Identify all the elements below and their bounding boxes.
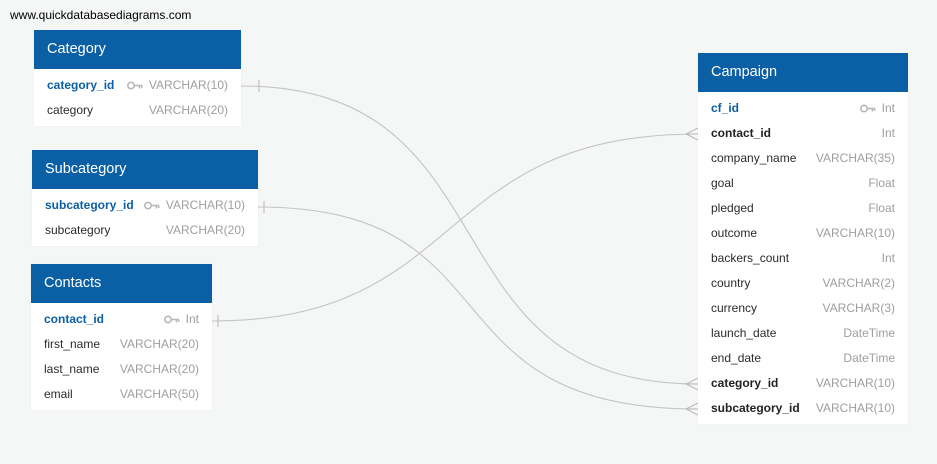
field-name: category_id — [47, 78, 115, 92]
field-row-first-name[interactable]: first_name VARCHAR(20) — [31, 332, 212, 357]
field-row-currency[interactable]: currency VARCHAR(3) — [698, 296, 908, 321]
field-type: Int — [881, 126, 895, 140]
field-row-goal[interactable]: goal Float — [698, 171, 908, 196]
table-contacts[interactable]: Contacts contact_id Int first_name VARCHAR(… — [31, 264, 212, 410]
relationship-contacts-campaign — [211, 127, 699, 327]
field-name: subcategory — [45, 223, 111, 237]
field-name: launch_date — [711, 326, 777, 340]
field-type: VARCHAR(50) — [119, 387, 199, 401]
field-name: country — [711, 276, 751, 290]
field-row-country[interactable]: country VARCHAR(2) — [698, 271, 908, 296]
field-row-last-name[interactable]: last_name VARCHAR(20) — [31, 357, 212, 382]
field-name: outcome — [711, 226, 758, 240]
field-type: VARCHAR(10) — [815, 401, 895, 415]
field-name: email — [44, 387, 73, 401]
field-row-backers-count[interactable]: backers_count Int — [698, 246, 908, 271]
table-category[interactable]: Category category_id VARCHAR(10) category V… — [34, 30, 241, 126]
field-name: cf_id — [711, 101, 740, 115]
field-type: DateTime — [843, 326, 895, 340]
field-name: contact_id — [44, 312, 105, 326]
field-row-launch-date[interactable]: launch_date DateTime — [698, 321, 908, 346]
table-title: Contacts — [31, 264, 212, 303]
field-list: cf_id Int contact_id Int company_name VARCHAR… — [698, 92, 908, 424]
relationship-category-campaign — [240, 80, 699, 391]
field-type: VARCHAR(20) — [119, 337, 199, 351]
field-name: pledged — [711, 201, 754, 215]
table-title: Subcategory — [32, 150, 258, 189]
field-name: currency — [711, 301, 758, 315]
field-type: DateTime — [843, 351, 895, 365]
field-name: company_name — [711, 151, 797, 165]
table-campaign[interactable]: Campaign cf_id Int contact_id Int company_na… — [698, 53, 908, 424]
table-title: Category — [34, 30, 241, 69]
field-row-subcategory-id[interactable]: subcategory_id VARCHAR(10) — [698, 396, 908, 421]
key-icon — [143, 193, 166, 218]
field-type: Float — [868, 201, 895, 215]
field-row-category-id[interactable]: category_id VARCHAR(10) — [698, 371, 908, 396]
field-row-subcategory[interactable]: subcategory VARCHAR(20) — [32, 218, 258, 243]
field-row-pledged[interactable]: pledged Float — [698, 196, 908, 221]
field-name: goal — [711, 176, 734, 190]
field-type: VARCHAR(35) — [815, 151, 895, 165]
field-type: Int — [881, 101, 895, 115]
field-row-category-id[interactable]: category_id VARCHAR(10) — [34, 73, 241, 98]
field-row-contact-id[interactable]: contact_id Int — [31, 307, 212, 332]
key-icon — [126, 73, 149, 98]
field-row-subcategory-id[interactable]: subcategory_id VARCHAR(10) — [32, 193, 258, 218]
field-type: VARCHAR(10) — [165, 198, 245, 212]
field-name: last_name — [44, 362, 100, 376]
field-row-email[interactable]: email VARCHAR(50) — [31, 382, 212, 407]
relationship-subcategory-campaign — [257, 201, 699, 416]
field-list: contact_id Int first_name VARCHAR(20) last_n… — [31, 303, 212, 410]
field-name: backers_count — [711, 251, 790, 265]
field-name: first_name — [44, 337, 101, 351]
field-name: category — [47, 103, 94, 117]
field-row-outcome[interactable]: outcome VARCHAR(10) — [698, 221, 908, 246]
field-type: VARCHAR(20) — [165, 223, 245, 237]
field-name: subcategory_id — [711, 401, 800, 415]
field-type: VARCHAR(2) — [822, 276, 895, 290]
table-subcategory[interactable]: Subcategory subcategory_id VARCHAR(10) sub… — [32, 150, 258, 246]
field-type: Float — [868, 176, 895, 190]
field-row-category[interactable]: category VARCHAR(20) — [34, 98, 241, 123]
table-title: Campaign — [698, 53, 908, 92]
field-row-cf-id[interactable]: cf_id Int — [698, 96, 908, 121]
field-type: VARCHAR(10) — [815, 376, 895, 390]
field-type: VARCHAR(3) — [822, 301, 895, 315]
field-row-contact-id[interactable]: contact_id Int — [698, 121, 908, 146]
field-row-end-date[interactable]: end_date DateTime — [698, 346, 908, 371]
key-icon — [859, 96, 882, 121]
field-type: VARCHAR(10) — [148, 78, 228, 92]
field-name: subcategory_id — [45, 198, 134, 212]
field-name: end_date — [711, 351, 762, 365]
field-row-company-name[interactable]: company_name VARCHAR(35) — [698, 146, 908, 171]
field-name: contact_id — [711, 126, 772, 140]
field-name: category_id — [711, 376, 779, 390]
field-type: VARCHAR(20) — [119, 362, 199, 376]
field-list: subcategory_id VARCHAR(10) subcategory VARC… — [32, 189, 258, 246]
field-type: Int — [881, 251, 895, 265]
field-type: Int — [185, 312, 199, 326]
key-icon — [163, 307, 186, 332]
field-type: VARCHAR(10) — [815, 226, 895, 240]
field-type: VARCHAR(20) — [148, 103, 228, 117]
field-list: category_id VARCHAR(10) category VARCHAR(20… — [34, 69, 241, 126]
